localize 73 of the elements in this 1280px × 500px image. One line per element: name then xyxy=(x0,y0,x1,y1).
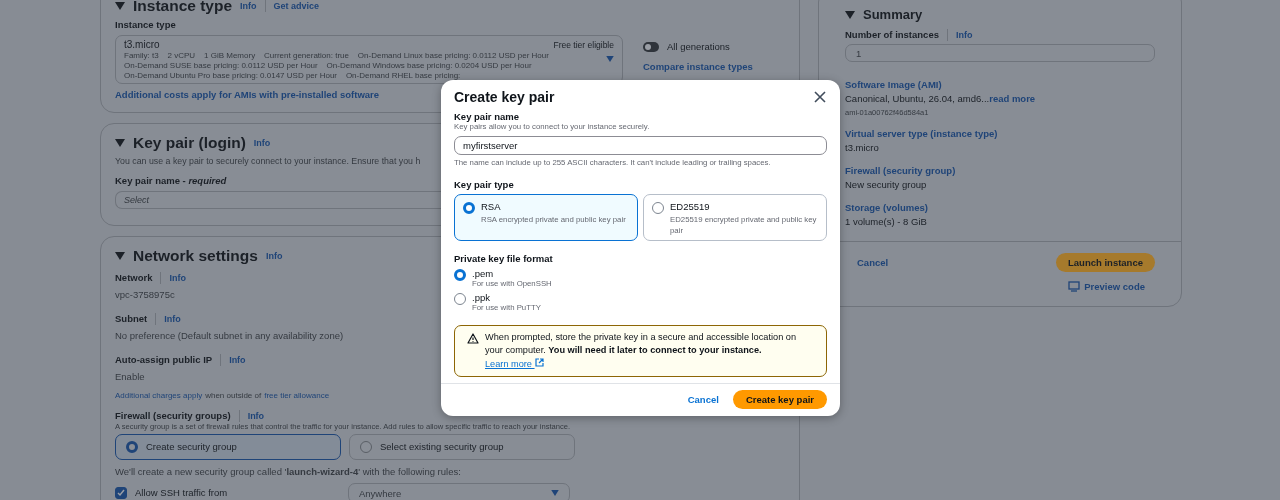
radio-option[interactable]: Select existing security group xyxy=(349,434,575,461)
info-link[interactable]: Info xyxy=(169,273,186,283)
field-label: Instance type xyxy=(115,19,176,31)
read-more-link[interactable]: read more xyxy=(989,93,1036,105)
field-label: Private key file format xyxy=(454,253,553,265)
summary-link[interactable]: Storage (volumes) xyxy=(845,201,928,213)
free-tier-link[interactable]: free tier allowance xyxy=(264,390,330,400)
key-name-input[interactable]: myfirstserver xyxy=(454,136,827,156)
section-description: You can use a key pair to securely connect to your instance. Ensure that you h xyxy=(115,156,421,168)
field-label: Number of instances xyxy=(845,29,939,41)
info-link[interactable]: Info xyxy=(229,354,246,365)
radio-label: .ppk xyxy=(472,292,490,304)
caret-icon[interactable] xyxy=(606,55,614,62)
field-value: Enable xyxy=(115,370,145,383)
field-label: Subnet xyxy=(115,312,148,325)
toggle-label: All generations xyxy=(667,40,730,53)
summary-link[interactable]: Software Image (AMI) xyxy=(845,79,942,90)
field-label: Key pair type xyxy=(454,179,514,191)
compare-link[interactable]: Compare instance types xyxy=(643,60,753,72)
field-label: Key pair name - required xyxy=(115,175,227,187)
caret-icon[interactable] xyxy=(115,2,125,10)
summary-value: 1 volume(s) - 8 GiB xyxy=(845,215,927,228)
summary-value: Canonical, Ubuntu, 26.04, amd6... xyxy=(845,93,990,105)
dialog-title: Create key pair xyxy=(454,89,555,105)
info-link[interactable]: Info xyxy=(164,313,181,324)
radio-button[interactable] xyxy=(454,293,466,306)
rule-note: We'll create a new security group called 'launch-wizard-4' with the following rules: xyxy=(115,466,461,479)
info-link[interactable]: Info xyxy=(955,30,973,40)
caret-icon[interactable] xyxy=(845,10,855,19)
info-link[interactable]: Info xyxy=(253,138,271,149)
caret-icon[interactable] xyxy=(115,139,125,148)
radio-button[interactable] xyxy=(454,269,466,282)
warning-icon xyxy=(467,332,479,344)
charges-link[interactable]: Additional charges apply xyxy=(115,390,203,400)
toggle-switch[interactable] xyxy=(643,41,659,52)
cancel-button[interactable]: Cancel xyxy=(687,394,719,405)
caret-icon[interactable] xyxy=(115,252,125,260)
create-key-pair-button[interactable]: Create key pair xyxy=(732,390,827,409)
section-title: Key pair (login) xyxy=(133,134,246,153)
checkbox-label: Allow SSH traffic from xyxy=(135,487,228,500)
radio-label: .pem xyxy=(472,268,494,280)
field-label: Network xyxy=(115,272,153,284)
instances-field[interactable]: 1 xyxy=(845,44,1155,62)
get-advice-link[interactable]: Get advice xyxy=(273,1,320,11)
radio-option[interactable]: Create security group xyxy=(115,434,341,461)
summary-link[interactable]: Virtual server type (instance type) xyxy=(845,127,998,139)
summary-value: t3.micro xyxy=(845,141,879,154)
info-link[interactable]: Info xyxy=(247,411,265,422)
field-label: Auto-assign public IP xyxy=(115,353,213,366)
source-select[interactable]: Anywhere xyxy=(348,483,570,500)
note-text: when outside of xyxy=(205,390,262,401)
costs-link[interactable]: Additional costs apply for AMIs with pre-installed software xyxy=(115,89,380,101)
monitor-icon xyxy=(1068,280,1081,292)
summary-value: New security group xyxy=(845,178,927,191)
field-value: No preference (Default subnet in any availability zone) xyxy=(115,329,344,342)
learn-more-link[interactable]: Learn more xyxy=(485,358,544,369)
external-link-icon xyxy=(534,357,544,367)
field-label: Firewall (security groups) xyxy=(115,410,231,423)
info-link[interactable]: Info xyxy=(265,251,283,261)
preview-code-button[interactable]: Preview code xyxy=(1068,280,1145,292)
alert-text: When prompted, store the private key in a secure and accessible location on your computer. You will need it later to connect to your instance. Learn more xyxy=(485,330,798,371)
section-title: Summary xyxy=(863,7,923,22)
summary-link[interactable]: Firewall (security group) xyxy=(845,164,956,176)
cancel-button[interactable]: Cancel xyxy=(857,256,889,268)
section-title: Instance type xyxy=(133,0,233,15)
field-label: Key pair name xyxy=(454,111,519,122)
caret-icon[interactable] xyxy=(551,490,559,497)
field-value: vpc-3758975c xyxy=(115,289,175,301)
checkbox[interactable] xyxy=(115,487,127,500)
close-button[interactable] xyxy=(813,90,827,104)
info-link[interactable]: Info xyxy=(240,1,257,11)
launch-button[interactable]: Launch instance xyxy=(1056,252,1155,272)
section-title: Network settings xyxy=(133,247,258,265)
